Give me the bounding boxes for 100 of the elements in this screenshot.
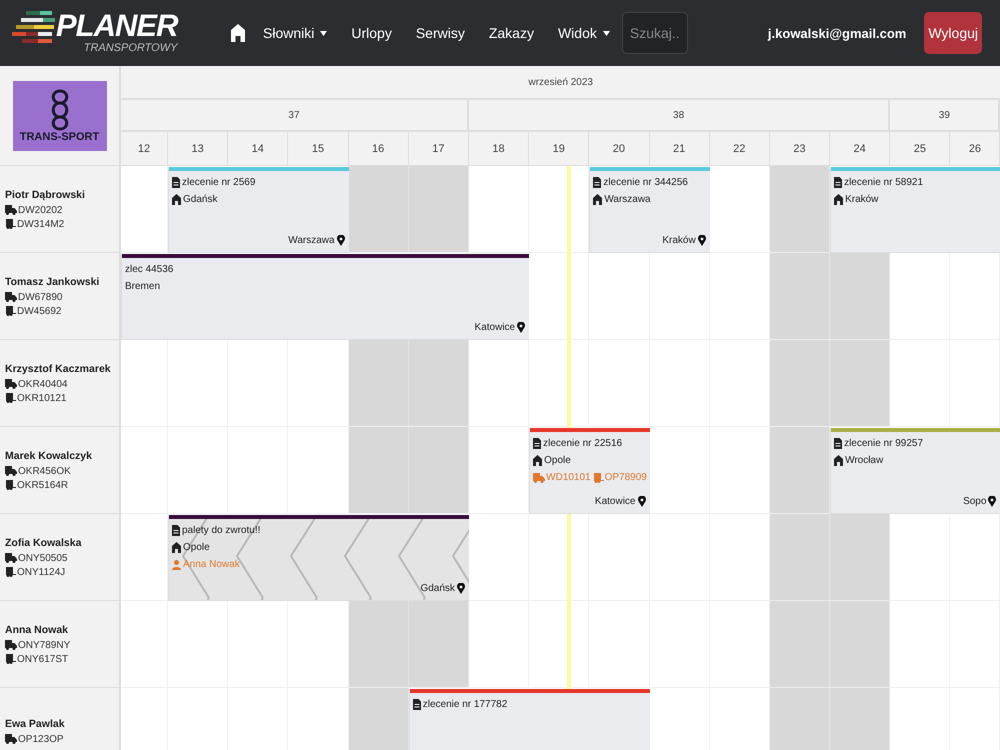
weekend-cell[interactable] — [770, 601, 830, 688]
calendar-cell[interactable] — [589, 253, 650, 340]
order-card[interactable]: zlec 44536 Bremen Katowice — [121, 254, 530, 340]
calendar-cell[interactable] — [710, 427, 770, 514]
calendar-cell[interactable] — [650, 253, 710, 340]
weekend-cell[interactable] — [830, 601, 890, 688]
calendar-cell[interactable] — [589, 514, 650, 601]
weekend-cell[interactable] — [408, 601, 469, 688]
calendar-cell[interactable] — [529, 340, 590, 427]
search-field[interactable]: Szukaj... — [622, 12, 688, 54]
calendar-cell[interactable] — [529, 253, 590, 340]
calendar-cell[interactable] — [529, 514, 590, 601]
calendar-cell[interactable] — [121, 514, 168, 601]
calendar-cell[interactable] — [121, 427, 168, 514]
day-header: 18 — [468, 132, 530, 166]
calendar-cell[interactable] — [890, 340, 950, 427]
weekend-cell[interactable] — [348, 340, 409, 427]
calendar-cell[interactable] — [710, 688, 770, 750]
weekend-cell[interactable] — [408, 427, 469, 514]
calendar-cell[interactable] — [710, 514, 770, 601]
home-icon[interactable] — [231, 24, 245, 42]
trailer-plate: OKR10121 — [5, 392, 119, 404]
menu-item[interactable]: Widok — [558, 25, 610, 41]
calendar-cell[interactable] — [288, 601, 349, 688]
truck-plate: OKR456OK — [5, 466, 119, 476]
driver-name: Marek Kowalczyk — [5, 450, 93, 462]
calendar-cell[interactable] — [650, 601, 710, 688]
calendar-cell[interactable] — [650, 514, 710, 601]
calendar-cell[interactable] — [529, 601, 590, 688]
calendar-cell[interactable] — [589, 340, 650, 427]
calendar-cell[interactable] — [228, 427, 288, 514]
driver-cell[interactable]: Tomasz Jankowski DW67890 DW45692 — [0, 253, 121, 340]
brand-subtitle: TRANSPORTOWY — [84, 41, 178, 55]
weekend-cell[interactable] — [348, 601, 409, 688]
driver-cell[interactable]: Zofia Kowalska ONY50505 ONY1124J — [0, 514, 121, 601]
calendar-cell[interactable] — [121, 166, 168, 253]
calendar-cell[interactable] — [121, 601, 168, 688]
weekend-cell[interactable] — [830, 340, 890, 427]
week-header: 37 — [121, 100, 469, 132]
weekend-cell[interactable] — [770, 427, 830, 514]
calendar-cell[interactable] — [890, 253, 950, 340]
calendar-cell[interactable] — [468, 427, 530, 514]
calendar-cell[interactable] — [589, 601, 650, 688]
menu-item[interactable]: Zakazy — [488, 25, 534, 41]
calendar-cell[interactable] — [650, 340, 710, 427]
order-card[interactable]: zlecenie nr 177782 — [408, 689, 650, 750]
driver-cell[interactable]: Marek Kowalczyk OKR456OK OKR5164R — [0, 427, 121, 514]
calendar-cell[interactable] — [950, 253, 1000, 340]
calendar-cell[interactable] — [890, 514, 950, 601]
order-card[interactable]: zlecenie nr 2569 Gdańsk Warszawa — [168, 167, 349, 253]
calendar-cell[interactable] — [288, 340, 349, 427]
order-card[interactable]: zlecenie nr 344256 Warszawa Kraków — [589, 167, 710, 253]
order-card[interactable]: zlecenie nr 99257 Wrocław Sopo — [830, 428, 1000, 514]
logout-button[interactable]: Wyloguj — [924, 12, 982, 54]
weekend-cell[interactable] — [770, 688, 830, 750]
calendar-cell[interactable] — [468, 166, 530, 253]
driver-cell[interactable]: Piotr Dąbrowski DW20202 DW314M2 — [0, 166, 121, 253]
calendar-cell[interactable] — [710, 601, 770, 688]
calendar-cell[interactable] — [529, 166, 590, 253]
calendar-cell[interactable] — [168, 601, 228, 688]
calendar-cell[interactable] — [710, 166, 770, 253]
weekend-cell[interactable] — [830, 253, 890, 340]
calendar-cell[interactable] — [168, 340, 228, 427]
calendar-cell[interactable] — [650, 427, 710, 514]
calendar-cell[interactable] — [228, 601, 288, 688]
weekend-cell[interactable] — [348, 688, 409, 750]
menu-item[interactable]: Słowniki — [263, 25, 328, 41]
weekend-cell[interactable] — [770, 514, 830, 601]
calendar-cell[interactable] — [950, 514, 1000, 601]
destination-city: Sopo — [963, 496, 996, 507]
calendar-cell[interactable] — [710, 340, 770, 427]
weekend-cell[interactable] — [830, 688, 890, 750]
weekend-cell[interactable] — [830, 514, 890, 601]
calendar-cell[interactable] — [288, 427, 349, 514]
calendar-cell[interactable] — [168, 427, 228, 514]
order-card[interactable]: zlecenie nr 58921 Kraków — [830, 167, 1000, 253]
calendar-cell[interactable] — [468, 340, 530, 427]
weekend-cell[interactable] — [770, 166, 830, 253]
weekend-cell[interactable] — [770, 340, 830, 427]
menu-item[interactable]: Urlopy — [351, 25, 392, 41]
calendar-cell[interactable] — [710, 253, 770, 340]
calendar-cell[interactable] — [650, 688, 710, 750]
order-card[interactable]: zlecenie nr 22516 Opole WD10101 OP78909 Katowice — [529, 428, 650, 514]
calendar-cell[interactable] — [890, 601, 950, 688]
calendar-cell[interactable] — [468, 514, 530, 601]
driver-cell[interactable]: Anna Nowak ONY789NY ONY617ST — [0, 601, 121, 688]
weekend-cell[interactable] — [408, 166, 469, 253]
calendar-cell[interactable] — [121, 340, 168, 427]
weekend-cell[interactable] — [770, 253, 830, 340]
driver-cell[interactable]: Krzysztof Kaczmarek OKR40404 OKR10121 — [0, 340, 121, 427]
weekend-cell[interactable] — [348, 427, 409, 514]
week-header: 38 — [468, 100, 890, 132]
order-card[interactable]: palety do zwrotu!! Opole Anna Nowak Gdańsk — [168, 515, 469, 601]
calendar-cell[interactable] — [950, 340, 1000, 427]
calendar-cell[interactable] — [228, 340, 288, 427]
weekend-cell[interactable] — [408, 340, 469, 427]
menu-item[interactable]: Serwisy — [416, 25, 465, 41]
driver-cell[interactable]: Ewa Pawlak OP123OP — [0, 688, 121, 750]
calendar-cell[interactable] — [468, 601, 530, 688]
weekend-cell[interactable] — [348, 166, 409, 253]
